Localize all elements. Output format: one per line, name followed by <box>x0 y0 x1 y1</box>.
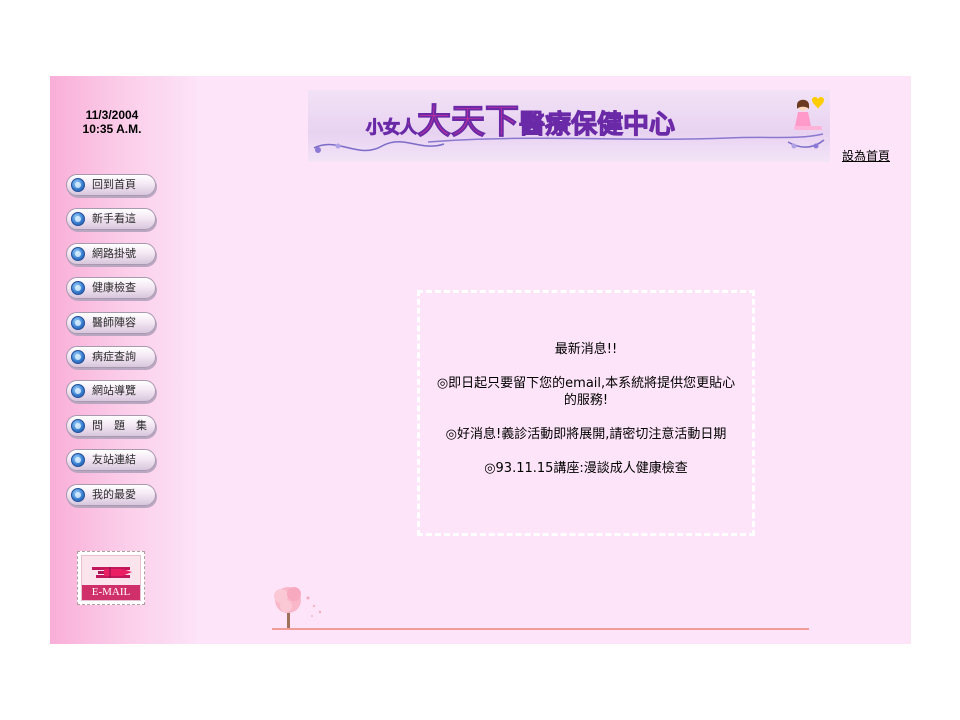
girl-with-heart-icon <box>794 97 824 130</box>
nav-label: 回到首頁 <box>92 178 136 191</box>
site-title: 小女人大天下醫療保健中心 <box>366 94 676 143</box>
email-stamp: E-MAIL <box>81 555 141 601</box>
blue-orb-icon <box>71 384 85 399</box>
blue-orb-icon <box>71 453 85 468</box>
nav-button-beginner-guide[interactable]: 新手看這 <box>66 208 156 231</box>
nav-label: 醫師陣容 <box>92 315 136 329</box>
nav-button-faq[interactable]: 問 題 集 <box>66 414 156 437</box>
nav-button-favorites[interactable]: 我的最愛 <box>66 483 156 506</box>
blue-orb-icon <box>71 246 85 261</box>
set-homepage-link[interactable]: 設為首頁 <box>842 147 890 164</box>
nav-button-health-check[interactable]: 健康檢查 <box>66 277 156 300</box>
time-text: 10:35 A.M. <box>82 122 142 136</box>
blue-orb-icon <box>71 178 85 192</box>
nav-button-home[interactable]: 回到首頁 <box>66 174 156 196</box>
email-button[interactable]: E-MAIL <box>77 551 145 605</box>
cherry-tree-icon <box>274 587 322 628</box>
title-part-small: 小女人 <box>366 118 418 139</box>
blue-orb-icon <box>71 418 85 433</box>
site-banner: 小女人大天下醫療保健中心 <box>308 90 830 162</box>
title-part-big: 大天下 <box>417 102 520 143</box>
nav-button-friend-links[interactable]: 友站連結 <box>66 449 156 472</box>
nav-label: 新手看這 <box>92 212 136 226</box>
blue-orb-icon <box>71 349 85 364</box>
news-title: 最新消息!! <box>554 342 618 357</box>
news-item: ◎93.11.15講座:漫談成人健康檢查 <box>484 461 688 476</box>
ground-divider <box>272 628 809 630</box>
news-item: ◎好消息!義診活動即將展開,請密切注意活動日期 <box>445 427 727 442</box>
sidebar: 11/3/2004 10:35 A.M. 回到首頁 新手看這 網路掛號 健康檢查… <box>50 76 200 644</box>
nav-label: 病症查詢 <box>92 349 136 363</box>
email-label: E-MAIL <box>82 585 140 600</box>
nav-label: 我的最愛 <box>92 487 136 501</box>
blue-orb-icon <box>71 315 85 330</box>
nav-button-online-registration[interactable]: 網路掛號 <box>66 242 156 265</box>
news-item: ◎即日起只要留下您的email,本系統將提供您更貼心的服務! <box>436 376 736 408</box>
blue-orb-icon <box>71 212 85 227</box>
nav-button-site-map[interactable]: 網站導覽 <box>66 380 156 403</box>
date-text: 11/3/2004 <box>85 108 139 122</box>
nav-label: 網站導覽 <box>92 384 136 398</box>
news-box: 最新消息!! ◎即日起只要留下您的email,本系統將提供您更貼心的服務! ◎好… <box>417 290 755 536</box>
nav-label: 友站連結 <box>92 453 136 467</box>
blue-orb-icon <box>71 281 85 296</box>
nav-label: 網路掛號 <box>92 246 136 260</box>
nav-label: 健康檢查 <box>92 281 136 295</box>
blue-orb-icon <box>71 487 85 502</box>
sidebar-nav: 回到首頁 新手看這 網路掛號 健康檢查 醫師陣容 病症查詢 網站導覽 問 題 集… <box>66 174 156 518</box>
nav-button-disease-search[interactable]: 病症查詢 <box>66 345 156 368</box>
datetime-display: 11/3/2004 10:35 A.M. <box>72 108 152 136</box>
page-body: 11/3/2004 10:35 A.M. 回到首頁 新手看這 網路掛號 健康檢查… <box>50 76 911 644</box>
nav-label: 問 題 集 <box>92 418 147 432</box>
title-part-mid: 醫療保健中心 <box>518 110 676 141</box>
nav-button-doctors[interactable]: 醫師陣容 <box>66 311 156 334</box>
airplane-stamp-icon <box>92 567 132 578</box>
